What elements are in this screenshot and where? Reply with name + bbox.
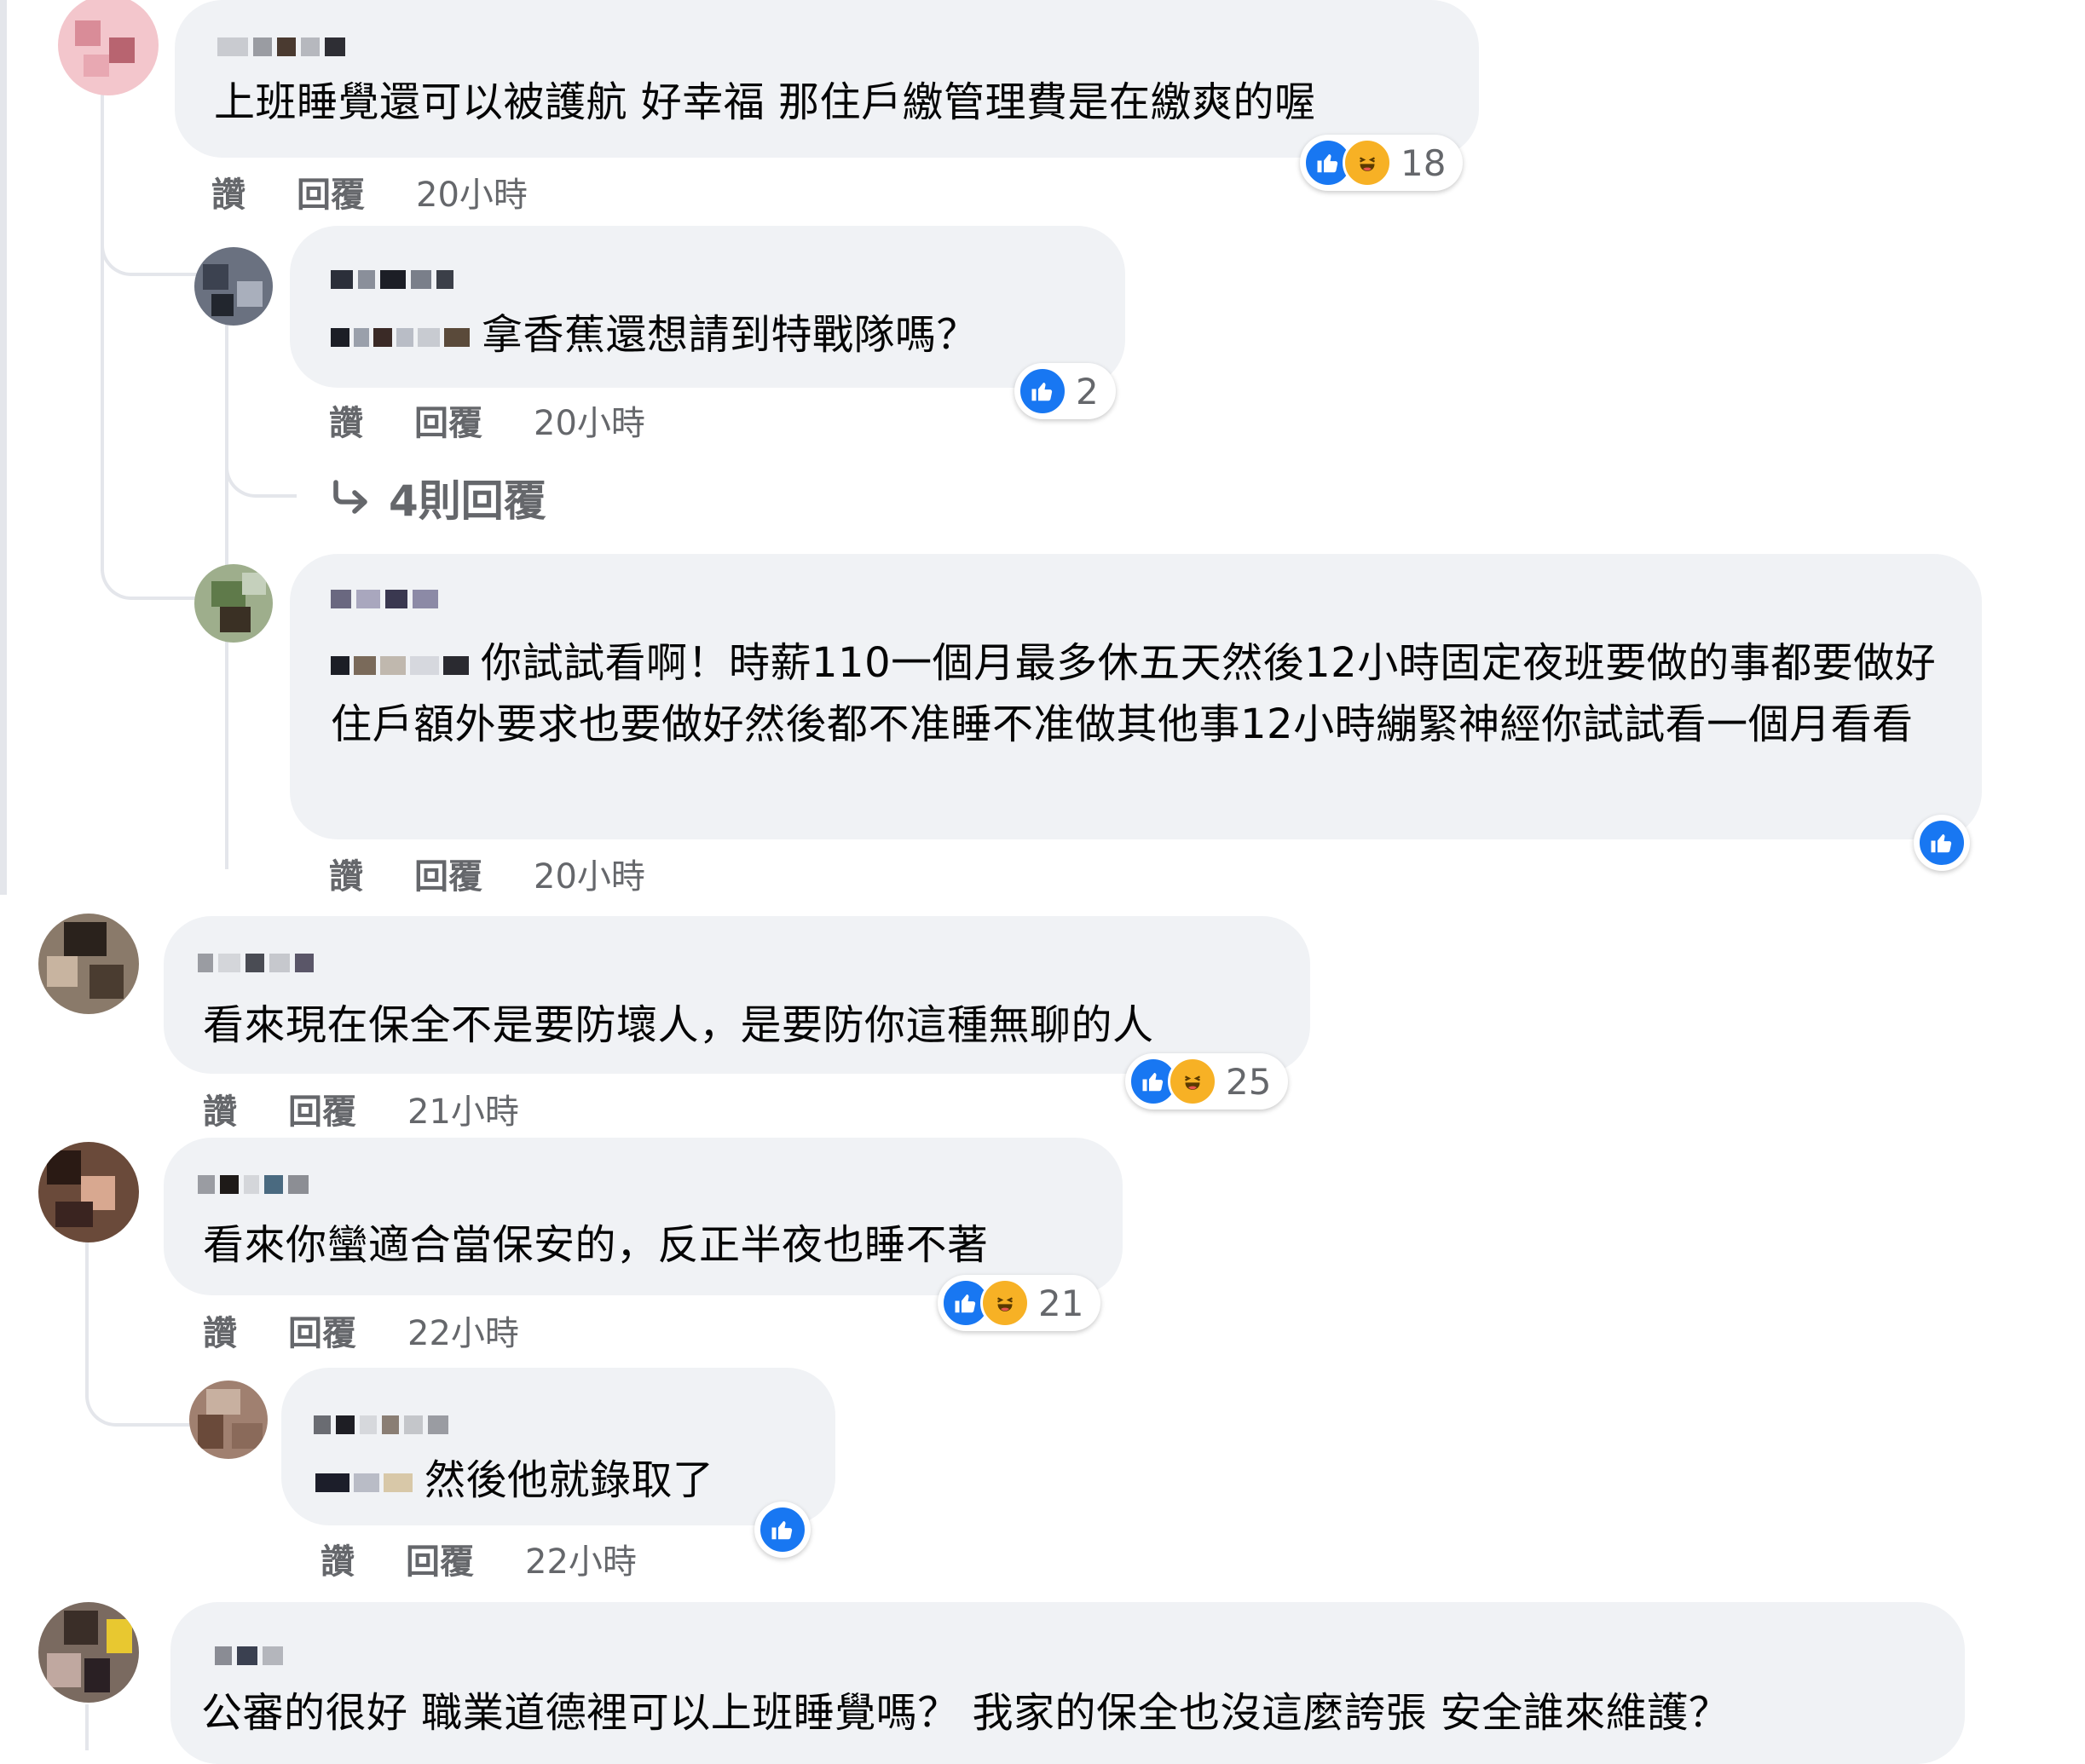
like-button[interactable]: 讚 [203, 1306, 237, 1355]
comment-actions: 讚 回覆 22小時 [321, 1534, 637, 1583]
thread-line [85, 1227, 89, 1355]
reply-arrow-icon [333, 480, 367, 514]
reply-button[interactable]: 回覆 [406, 1534, 474, 1583]
haha-icon [1343, 138, 1392, 187]
reply-button[interactable]: 回覆 [288, 1306, 356, 1355]
reaction-count: 21 [1038, 1282, 1084, 1324]
reaction-summary[interactable]: 18 [1300, 135, 1464, 191]
comment-actions: 讚 回覆 20小時 [329, 849, 645, 898]
reply-button[interactable]: 回覆 [297, 167, 365, 216]
author-name[interactable] [217, 34, 345, 60]
reply-button[interactable]: 回覆 [414, 849, 482, 898]
reaction-count: 18 [1401, 141, 1447, 184]
comment-text: 你試試看啊！時薪110一個月最多休五天然後12小時固定夜班要做的事都要做好住戶額… [331, 632, 1942, 755]
comment-body: 然後他就錄取了 [425, 1456, 714, 1504]
like-button[interactable]: 讚 [203, 1084, 237, 1133]
thread-line [85, 1704, 89, 1750]
thread-line [101, 94, 104, 571]
avatar[interactable] [194, 564, 273, 643]
thread-connector [101, 545, 198, 600]
avatar[interactable] [189, 1381, 268, 1459]
comment-bubble: 公審的很好 職業道德裡可以上班睡覺嗎？ 我家的保全也沒這麼誇張 安全誰來維護？ [170, 1602, 1965, 1764]
reply-button[interactable]: 回覆 [288, 1084, 356, 1133]
reaction-summary[interactable]: 2 [1014, 363, 1116, 419]
reply-button[interactable]: 回覆 [414, 395, 482, 445]
author-name[interactable] [215, 1643, 283, 1669]
author-name[interactable] [198, 1172, 309, 1197]
timestamp[interactable]: 22小時 [407, 1306, 519, 1355]
author-name[interactable] [198, 950, 314, 976]
comment-text: 看來你蠻適合當保安的，反正半夜也睡不著 [203, 1221, 989, 1269]
timestamp[interactable]: 20小時 [534, 849, 645, 898]
reaction-summary[interactable] [1914, 815, 1970, 871]
like-button[interactable]: 讚 [211, 167, 245, 216]
reaction-summary[interactable] [754, 1502, 811, 1558]
thread-connector [101, 222, 198, 276]
reaction-count: 25 [1226, 1060, 1272, 1103]
comment-bubble: 上班睡覺還可以被護航 好幸福 那住戶繳管理費是在繳爽的喔 [175, 0, 1479, 158]
comment-text: 公審的很好 職業道德裡可以上班睡覺嗎？ 我家的保全也沒這麼誇張 安全誰來維護？ [201, 1689, 1730, 1737]
avatar[interactable] [58, 0, 159, 95]
avatar[interactable] [38, 914, 139, 1014]
thread-edge [0, 0, 7, 895]
comment-body: 你試試看啊！時薪110一個月最多休五天然後12小時固定夜班要做的事都要做好住戶額… [331, 639, 1937, 748]
comment-bubble: 然後他就錄取了 [281, 1368, 835, 1525]
comment-text: 拿香蕉還想請到特戰隊嗎？ [331, 304, 978, 366]
comment-actions: 讚 回覆 21小時 [203, 1084, 519, 1133]
haha-icon [1168, 1057, 1217, 1106]
avatar[interactable] [38, 1142, 139, 1242]
author-name[interactable] [331, 267, 453, 292]
thread-connector [85, 1355, 191, 1427]
comment-actions: 讚 回覆 20小時 [329, 395, 645, 445]
timestamp[interactable]: 20小時 [416, 167, 528, 216]
replies-count-label: 4則回覆 [389, 476, 546, 526]
comment-bubble: 看來你蠻適合當保安的，反正半夜也睡不著 [164, 1138, 1123, 1295]
mention-tag[interactable] [315, 1473, 413, 1492]
like-button[interactable]: 讚 [329, 395, 363, 445]
comment-bubble: 你試試看啊！時薪110一個月最多休五天然後12小時固定夜班要做的事都要做好住戶額… [290, 554, 1982, 839]
like-icon [1917, 818, 1967, 868]
like-button[interactable]: 讚 [329, 849, 363, 898]
reaction-summary[interactable]: 21 [938, 1275, 1101, 1331]
avatar[interactable] [38, 1602, 139, 1703]
like-icon [758, 1505, 807, 1554]
like-icon [1018, 366, 1067, 416]
reaction-summary[interactable]: 25 [1125, 1053, 1289, 1110]
timestamp[interactable]: 21小時 [407, 1084, 519, 1133]
thread-connector [225, 443, 297, 498]
avatar[interactable] [194, 247, 273, 326]
mention-tag[interactable] [331, 656, 469, 675]
haha-icon [980, 1278, 1030, 1328]
comment-bubble: 看來現在保全不是要防壞人，是要防你這種無聊的人 [164, 916, 1310, 1074]
comment-actions: 讚 回覆 20小時 [211, 167, 528, 216]
timestamp[interactable]: 22小時 [525, 1534, 637, 1583]
comment-actions: 讚 回覆 22小時 [203, 1306, 519, 1355]
author-name[interactable] [314, 1412, 448, 1438]
comment-text: 然後他就錄取了 [315, 1450, 714, 1511]
view-replies-link[interactable]: 4則回覆 [329, 467, 546, 528]
comment-text: 上班睡覺還可以被護航 好幸福 那住戶繳管理費是在繳爽的喔 [214, 78, 1316, 126]
timestamp[interactable]: 20小時 [534, 395, 645, 445]
author-name[interactable] [331, 586, 438, 612]
reaction-count: 2 [1076, 370, 1099, 412]
mention-tag[interactable] [331, 328, 470, 347]
comment-text: 看來現在保全不是要防壞人，是要防你這種無聊的人 [203, 1001, 1154, 1049]
comment-bubble: 拿香蕉還想請到特戰隊嗎？ [290, 226, 1125, 388]
like-button[interactable]: 讚 [321, 1534, 355, 1583]
comment-body: 拿香蕉還想請到特戰隊嗎？ [482, 311, 979, 359]
